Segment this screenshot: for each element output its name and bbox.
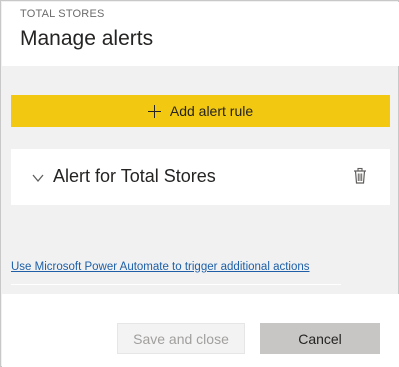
cancel-button[interactable]: Cancel: [260, 323, 380, 354]
panel-header: TOTAL STORES Manage alerts: [2, 2, 399, 66]
divider: [11, 284, 341, 285]
chevron-down-icon[interactable]: [31, 171, 45, 185]
plus-icon: [147, 104, 161, 118]
add-alert-rule-button[interactable]: Add alert rule: [11, 95, 390, 127]
alert-item[interactable]: Alert for Total Stores: [11, 149, 390, 205]
save-and-close-button[interactable]: Save and close: [117, 323, 245, 354]
manage-alerts-panel: TOTAL STORES Manage alerts Add alert rul…: [0, 0, 399, 367]
add-alert-rule-label: Add alert rule: [169, 103, 254, 119]
alert-title: Alert for Total Stores: [53, 166, 216, 186]
trash-icon[interactable]: [351, 167, 369, 185]
power-automate-link[interactable]: Use Microsoft Power Automate to trigger …: [11, 261, 310, 273]
visual-name: TOTAL STORES: [20, 8, 105, 20]
page-title: Manage alerts: [20, 27, 154, 50]
